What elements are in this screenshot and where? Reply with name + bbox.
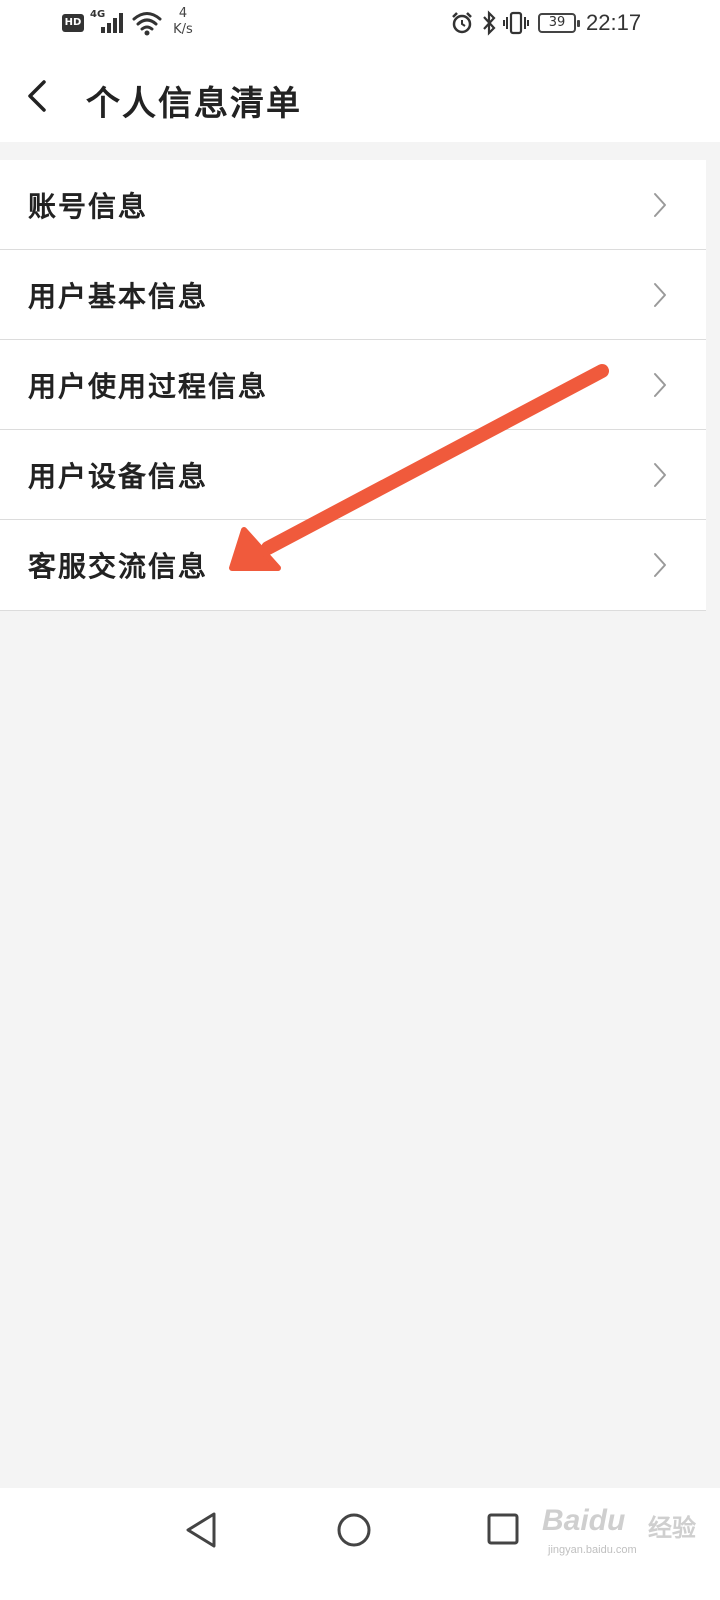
network-speed-value: 4	[178, 6, 188, 21]
bluetooth-icon	[481, 10, 497, 40]
chevron-right-icon	[654, 283, 666, 307]
signal-icon	[100, 12, 126, 38]
baidu-jingyan-watermark: Baidu 经验 jingyan.baidu.com	[540, 1498, 710, 1568]
nav-back-button[interactable]	[184, 1510, 220, 1554]
nav-home-icon	[337, 1513, 371, 1547]
list-item-account-info[interactable]: 账号信息	[0, 160, 706, 250]
chevron-right-icon	[654, 373, 666, 397]
status-time: 22:17	[586, 10, 642, 35]
list-item-label: 用户使用过程信息	[28, 370, 269, 403]
watermark-brand: Baidu	[542, 1504, 626, 1537]
back-button[interactable]	[20, 74, 56, 118]
list-item-label: 用户设备信息	[28, 460, 209, 493]
hd-icon: HD	[62, 14, 84, 32]
nav-recent-button[interactable]	[486, 1512, 520, 1550]
watermark-cn: 经验	[648, 1514, 696, 1542]
network-speed-unit: K/s	[173, 22, 193, 37]
battery-icon: 39	[538, 13, 580, 33]
chevron-right-icon	[654, 553, 666, 577]
vibrate-icon	[503, 11, 529, 39]
list-item-label: 账号信息	[28, 190, 149, 223]
list-item-basic-info[interactable]: 用户基本信息	[0, 250, 706, 340]
nav-recent-icon	[487, 1513, 519, 1545]
page-title: 个人信息清单	[86, 84, 302, 124]
list-item-customer-service-info[interactable]: 客服交流信息	[0, 520, 706, 611]
app-header: 个人信息清单	[0, 50, 720, 142]
list-item-label: 客服交流信息	[28, 550, 209, 583]
nav-back-icon	[186, 1512, 216, 1548]
chevron-right-icon	[654, 463, 666, 487]
system-nav-bar: Baidu 经验 jingyan.baidu.com	[0, 1488, 720, 1600]
status-bar: HD 4G 4 K/s 39 22:17	[0, 0, 720, 50]
wifi-icon	[132, 10, 162, 40]
list-item-usage-info[interactable]: 用户使用过程信息	[0, 340, 706, 430]
nav-home-button[interactable]	[336, 1512, 372, 1552]
watermark-url: jingyan.baidu.com	[548, 1544, 637, 1556]
chevron-right-icon	[654, 193, 666, 217]
chevron-left-icon	[28, 80, 46, 112]
personal-info-list: 账号信息 用户基本信息 用户使用过程信息 用户设备信息 客服交流信息	[0, 160, 706, 611]
network-speed: 4 K/s	[170, 6, 196, 38]
list-item-device-info[interactable]: 用户设备信息	[0, 430, 706, 520]
alarm-icon	[450, 11, 474, 39]
list-item-label: 用户基本信息	[28, 280, 209, 313]
